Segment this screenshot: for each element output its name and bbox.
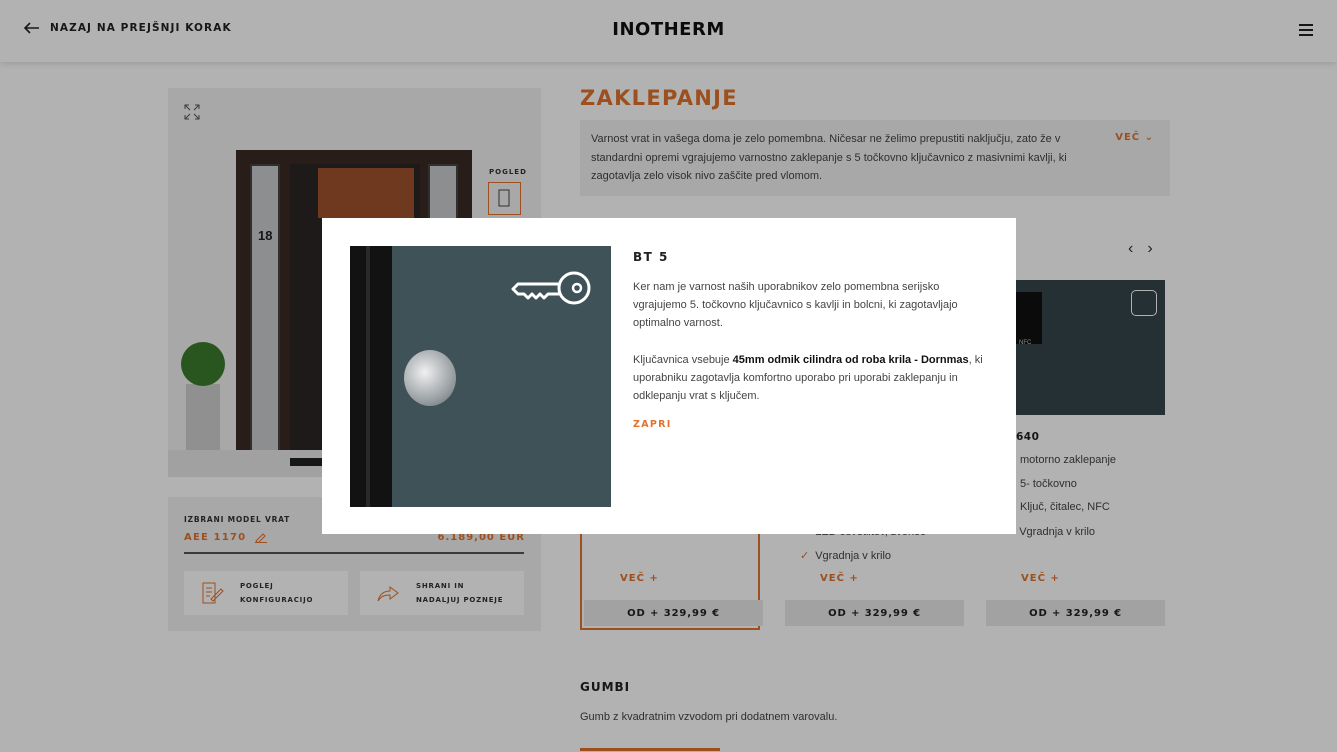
modal-paragraph: Ključavnica vsebuje 45mm odmik cilindra … xyxy=(633,353,983,403)
lock-detail-image xyxy=(350,246,611,507)
modal-paragraph: Ker nam je varnost naših uporabnikov zel… xyxy=(633,281,958,330)
close-button[interactable]: ZAPRI xyxy=(633,419,672,430)
key-icon xyxy=(511,271,591,305)
door-edge-highlight xyxy=(366,246,370,507)
lock-cylinder xyxy=(404,350,456,406)
door-edge xyxy=(350,246,392,507)
lock-detail-modal: BT 5 Ker nam je varnost naših uporabniko… xyxy=(322,218,1016,534)
modal-bold-text: 45mm odmik cilindra od roba krila - Dorn… xyxy=(732,353,969,366)
modal-body: Ker nam je varnost naših uporabnikov zel… xyxy=(633,278,993,405)
modal-title: BT 5 xyxy=(633,250,669,264)
